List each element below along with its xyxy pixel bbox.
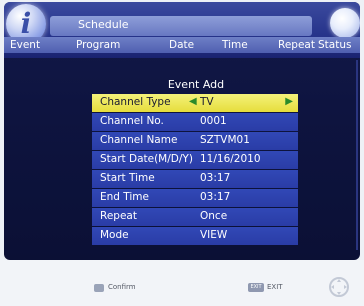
field-value: SZTVM01 [200,134,250,146]
field-channel-name[interactable]: Channel Name SZTVM01 [92,132,298,150]
field-label: Repeat [100,210,137,222]
globe-icon [330,8,360,38]
field-end-time[interactable]: End Time 03:17 [92,189,298,207]
column-header-status: Status [318,39,352,51]
field-mode[interactable]: Mode VIEW [92,227,298,245]
exit-hint: EXIT [267,283,283,291]
scrollbar[interactable] [356,60,358,250]
field-value: 03:17 [200,191,231,203]
column-header-event: Event [10,39,41,51]
field-value: 11/16/2010 [200,153,261,165]
column-header-date: Date [169,39,195,51]
field-value: Once [200,210,228,222]
ok-key-icon [94,284,104,292]
page-title: Schedule [78,18,129,31]
field-channel-type[interactable]: Channel Type ◀ TV ▶ [92,94,298,112]
field-channel-no[interactable]: Channel No. 0001 [92,113,298,131]
nav-pad-icon [329,277,349,297]
field-label: Channel No. [100,115,164,127]
dialog-title: Event Add [167,78,225,91]
column-header-repeat: Repeat [278,39,315,51]
field-value: VIEW [200,229,228,241]
column-header-program: Program [76,39,121,51]
event-add-form: Channel Type ◀ TV ▶ Channel No. 0001 Cha… [92,94,298,254]
field-repeat[interactable]: Repeat Once [92,208,298,226]
confirm-hint: Confirm [108,283,136,291]
field-label: Channel Name [100,134,178,146]
field-value: 0001 [200,115,227,127]
field-label: End Time [100,191,149,203]
field-label: Mode [100,229,129,241]
field-start-time[interactable]: Start Time 03:17 [92,170,298,188]
key-hint-bar [0,260,364,306]
field-start-date[interactable]: Start Date(M/D/Y) 11/16/2010 [92,151,298,169]
field-value: TV [200,96,214,108]
arrow-right-icon[interactable]: ▶ [285,96,293,107]
field-label: Channel Type [100,96,171,108]
field-label: Start Date(M/D/Y) [100,153,193,165]
exit-key-icon: EXIT [248,283,264,292]
arrow-left-icon[interactable]: ◀ [189,96,197,107]
field-label: Start Time [100,172,155,184]
column-header-time: Time [222,39,248,51]
field-value: 03:17 [200,172,231,184]
